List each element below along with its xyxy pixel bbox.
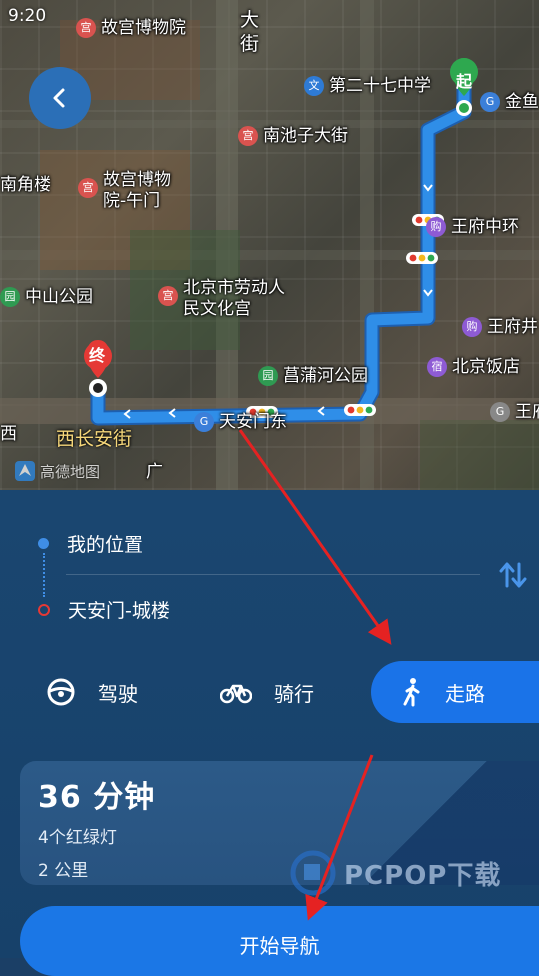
mode-drive[interactable]: 驾驶 [46, 661, 176, 723]
swap-button[interactable] [496, 558, 530, 592]
landmark-icon: 宫 [158, 286, 178, 306]
origin-label: 我的位置 [67, 534, 144, 556]
map-label-guang: 广 [146, 462, 163, 482]
start-navigation-button[interactable]: 开始导航 [20, 906, 539, 976]
mode-drive-label: 驾驶 [98, 681, 138, 706]
destination-row[interactable]: 天安门-城楼 [38, 596, 170, 623]
swap-arrows-icon [499, 562, 527, 588]
poi-wumen[interactable]: 宫 故宫博物院-午门 [78, 170, 188, 212]
school-icon: 文 [304, 76, 324, 96]
origin-row[interactable]: 我的位置 [38, 530, 143, 557]
hotel-icon: 宿 [427, 357, 447, 377]
poi-wangfujing[interactable]: 购 王府井 [462, 317, 538, 337]
watermark: PCPOP下载 [290, 850, 501, 896]
landmark-icon: 宫 [238, 126, 258, 146]
park-icon: 园 [0, 287, 20, 307]
steering-wheel-icon [46, 677, 76, 707]
poi-jinyu[interactable]: G 金鱼 [480, 92, 539, 112]
traffic-lights-count: 4个红绿灯 [38, 828, 117, 848]
mode-walk-label: 走路 [445, 681, 485, 706]
start-navigation-label: 开始导航 [239, 934, 320, 958]
end-marker-label: 终 [89, 346, 106, 365]
poi-zhongshan-park[interactable]: 园 中山公园 [0, 287, 93, 307]
destination-dot-icon [38, 603, 50, 616]
watermark-logo-icon [290, 850, 336, 896]
route-duration: 36 分钟 [38, 780, 156, 815]
amap-logo-icon [15, 461, 35, 481]
walking-person-icon [401, 677, 423, 707]
poi-nanchizi[interactable]: 宫 南池子大街 [238, 126, 348, 146]
poi-changpu-park[interactable]: 园 菖蒲河公园 [258, 366, 368, 386]
subway-icon: G [480, 92, 500, 112]
back-button[interactable] [29, 67, 91, 129]
poi-wang[interactable]: G 王府 [490, 402, 539, 422]
bicycle-icon [220, 680, 252, 704]
origin-dot-icon [38, 538, 49, 549]
poi-workers-palace[interactable]: 宫 北京市劳动人民文化宫 [158, 278, 293, 320]
divider [66, 574, 480, 575]
map-view[interactable]: 9:20 起 终 宫 故宫博物院 大街 文 第二十七中学 G 金鱼 宫 南池子大… [0, 0, 539, 490]
shopping-icon: 购 [462, 317, 482, 337]
destination-label: 天安门-城楼 [68, 600, 170, 622]
chevron-left-icon [53, 88, 65, 108]
start-marker-label: 起 [456, 72, 473, 91]
poi-xi: 西 [0, 424, 17, 444]
park-icon: 园 [258, 366, 278, 386]
route-distance: 2 公里 [38, 861, 89, 881]
mode-ride-label: 骑行 [274, 681, 314, 706]
museum-icon: 宫 [78, 178, 98, 198]
road-label: 西长安街 [56, 428, 133, 450]
poi-beijing-hotel[interactable]: 宿 北京饭店 [427, 357, 520, 377]
route-connector [43, 553, 46, 597]
poi-palace-museum[interactable]: 宫 故宫博物院 [76, 18, 186, 38]
poi-wangfu-central[interactable]: 购 王府中环 [426, 217, 519, 237]
subway-icon: G [194, 412, 214, 432]
mode-ride[interactable]: 骑行 [220, 661, 350, 723]
poi-dajie: 大街 [240, 9, 260, 55]
museum-icon: 宫 [76, 18, 96, 38]
subway-icon: G [490, 402, 510, 422]
poi-school-27[interactable]: 文 第二十七中学 [304, 76, 431, 96]
status-time: 9:20 [8, 6, 47, 26]
mode-walk[interactable]: 走路 [371, 661, 539, 723]
shopping-icon: 购 [426, 217, 446, 237]
amap-logo: 高德地图 [14, 460, 100, 482]
poi-nanjiaolou: 南角楼 [0, 175, 51, 195]
poi-tiananmen-east[interactable]: G 天安门东 [194, 412, 287, 432]
